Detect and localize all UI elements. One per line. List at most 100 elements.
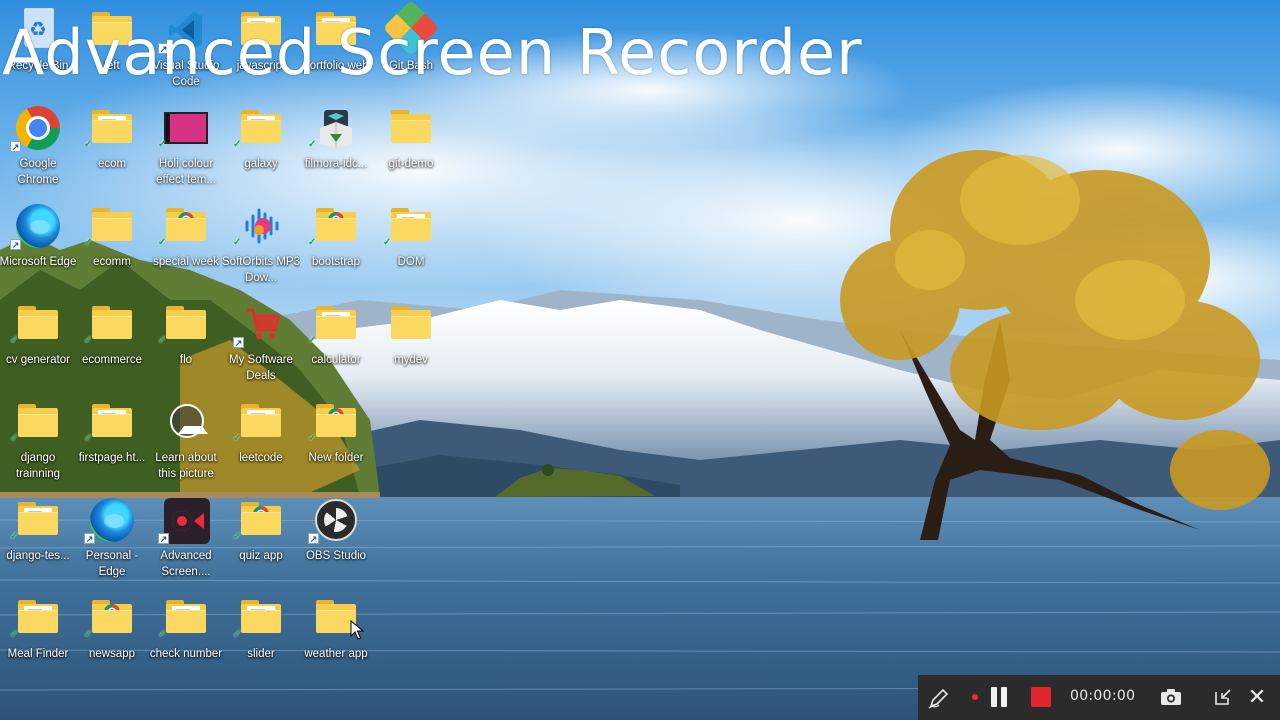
desktop-icon-label: filmora-idc... [304, 158, 368, 170]
desktop-icon-advanced-screen-recorder[interactable]: ↗ Advanced Screen.... [148, 494, 224, 590]
desktop-icon-label: Meal Finder [7, 648, 69, 660]
desktop-icon-label: check number [149, 648, 223, 660]
desktop-icon-folder-django-trainning[interactable]: ✓ django trainning [0, 396, 76, 492]
desktop-icon-folder-meal-finder[interactable]: ✓ Meal Finder [0, 592, 76, 688]
desktop-icon-folder-weather-app[interactable]: weather app [298, 592, 374, 688]
desktop-icon-softorbits[interactable]: ✓ SoftOrbits MP3 Dow... [222, 200, 300, 296]
desktop-icon-folder-special-week[interactable]: ✓ special week [148, 200, 224, 296]
desktop-icon-folder-flo[interactable]: ✓ flo [148, 298, 224, 394]
desktop-icon-label: My Software Deals [229, 354, 293, 382]
desktop-icon-label: Recycle Bin [7, 60, 69, 72]
desktop-icon-folder-galaxy[interactable]: ✓ galaxy [223, 102, 299, 198]
folder-chrome-icon [316, 404, 356, 438]
sync-check-icon: ✓ [10, 433, 19, 444]
desktop-icon-folder-django-tes[interactable]: ✓ django-tes... [0, 494, 76, 590]
folder-chrome-icon [316, 208, 356, 242]
folder-icon [316, 12, 356, 46]
desktop-icon-folder-ecomm[interactable]: ✓ ecomm [74, 200, 150, 296]
shortcut-arrow-icon: ↗ [233, 337, 244, 348]
sync-check-icon: ✓ [158, 139, 167, 150]
stop-button[interactable] [1031, 687, 1051, 707]
desktop-icon-filmora-installer[interactable]: ✓ filmora-idc... [298, 102, 374, 198]
sync-check-icon: ✓ [158, 335, 167, 346]
learn-about-picture-icon [170, 404, 208, 438]
desktop-icon-folder-javascript[interactable]: javascript [223, 4, 299, 100]
folder-icon [92, 306, 132, 340]
desktop-icon-folder-bootstrap[interactable]: ✓ bootstrap [298, 200, 374, 296]
filmora-installer-icon [320, 110, 352, 148]
desktop-icon-my-software-deals[interactable]: ↗ My Software Deals [223, 298, 299, 394]
desktop-icon-learn-about-picture[interactable]: Learn about this picture [148, 396, 224, 492]
desktop-icon-label: quiz app [239, 550, 283, 562]
sync-check-icon: ✓ [383, 237, 392, 248]
desktop-icon-folder-quiz-app[interactable]: ✓ quiz app [223, 494, 299, 590]
desktop-icon-folder-ecommerce[interactable]: ✓ ecommerce [74, 298, 150, 394]
sync-check-icon: ✓ [84, 335, 93, 346]
desktop-icon-folder-left[interactable]: left [74, 4, 150, 100]
sync-check-icon: ✓ [233, 433, 242, 444]
desktop-icon-label: Holi colour effect tem... [156, 158, 216, 186]
desktop-icon-folder-calculator[interactable]: ✓ calculator [298, 298, 374, 394]
desktop-icon-google-chrome[interactable]: ↗ Google Chrome [0, 102, 76, 198]
close-button[interactable]: ✕ [1244, 684, 1270, 710]
desktop-icon-label: ecom [97, 158, 127, 170]
desktop-icon-label: ecomm [93, 256, 131, 268]
desktop-icon-recycle-bin[interactable]: Recycle Bin [0, 4, 76, 100]
folder-icon [391, 208, 431, 242]
desktop-icon-label: git-demo [388, 158, 434, 170]
shortcut-arrow-icon: ↗ [158, 43, 169, 54]
desktop-icon-label: weather app [304, 648, 368, 660]
pen-icon[interactable] [926, 685, 952, 711]
desktop-icon-microsoft-edge[interactable]: ↗ Microsoft Edge [0, 200, 76, 296]
minimize-button[interactable] [1212, 686, 1234, 708]
advanced-screen-recorder-icon [164, 498, 210, 544]
chrome-icon [16, 106, 60, 150]
desktop-icon-label: firstpage.ht... [78, 452, 146, 464]
folder-chrome-icon [241, 502, 281, 536]
desktop-icon-folder-ecom[interactable]: ✓ ecom [74, 102, 150, 198]
desktop-icon-obs-studio[interactable]: ↗ OBS Studio [298, 494, 374, 590]
desktop-icon-folder-dom[interactable]: ✓ DOM [373, 200, 449, 296]
record-dot-icon [972, 694, 978, 700]
sync-check-icon: ✓ [233, 237, 242, 248]
software-deals-icon [247, 308, 279, 339]
desktop-icon-holi-video[interactable]: ✓ Holi colour effect tem... [148, 102, 224, 198]
sync-check-icon: ✓ [233, 531, 242, 542]
desktop-icon-folder-mydev[interactable]: mydev [373, 298, 449, 394]
folder-icon [316, 306, 356, 340]
folder-icon [92, 208, 132, 242]
desktop-icon-git-bash[interactable]: Git Bash [373, 0, 449, 100]
desktop-icon-label: galaxy [244, 158, 278, 170]
folder-chrome-icon [92, 600, 132, 634]
folder-icon [241, 12, 281, 46]
desktop-icon-folder-leetcode[interactable]: ✓ leetcode [223, 396, 299, 492]
desktop-icon-folder-check-number[interactable]: ✓ check number [148, 592, 224, 688]
pause-button[interactable] [988, 687, 1010, 709]
desktop-icon-folder-slider[interactable]: ✓ slider [223, 592, 299, 688]
shortcut-arrow-icon: ↗ [84, 533, 95, 544]
screenshot-camera-button[interactable] [1158, 686, 1184, 708]
desktop-icon-vscode[interactable]: ↗ Visual Studio Code [148, 4, 224, 100]
recorder-toolbar: 00:00:00 ✕ [918, 675, 1280, 720]
desktop-icon-folder-firstpage[interactable]: ✓ firstpage.ht... [74, 396, 150, 492]
folder-chrome-icon [166, 208, 206, 242]
shortcut-arrow-icon: ↗ [308, 533, 319, 544]
desktop-icon-folder-cv-generator[interactable]: ✓ cv generator [0, 298, 76, 394]
folder-icon [18, 404, 58, 438]
desktop-icon-folder-portfolio-web[interactable]: portfolio web [298, 4, 374, 100]
folder-icon [18, 502, 58, 536]
desktop-icon-folder-newsapp[interactable]: ✓ newsapp [74, 592, 150, 688]
desktop-icon-label: portfolio web [303, 60, 369, 72]
desktop-icon-label: Microsoft Edge [0, 256, 77, 268]
sync-check-icon: ✓ [10, 629, 19, 640]
desktop-icon-personal-edge[interactable]: ↗ Personal - Edge [74, 494, 150, 590]
sync-check-icon: ✓ [308, 433, 317, 444]
desktop-icon-label: bootstrap [312, 256, 360, 268]
folder-icon [92, 110, 132, 144]
desktop-icon-folder-new-folder[interactable]: ✓ New folder [298, 396, 374, 492]
folder-icon [391, 110, 431, 144]
desktop-icon-folder-git-demo[interactable]: git-demo [373, 102, 449, 198]
sync-check-icon: ✓ [10, 531, 19, 542]
desktop-icon-label: newsapp [88, 648, 136, 660]
desktop-icon-label: left [104, 60, 120, 72]
